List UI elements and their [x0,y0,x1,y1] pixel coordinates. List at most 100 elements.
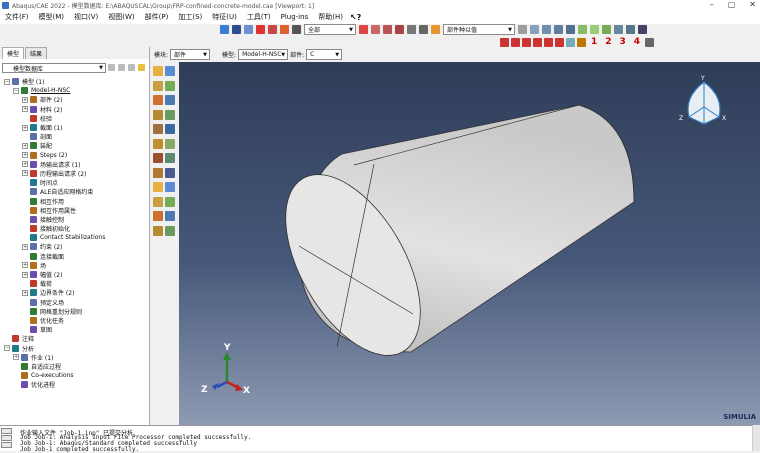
tree-node[interactable]: 相互作用属性 [0,206,148,215]
tree-node[interactable]: 接触初始化 [0,224,148,233]
tree-collapse-icon[interactable] [108,64,115,71]
toolbox-tool-icon[interactable] [153,124,163,134]
tree-node[interactable]: 优化进程 [0,380,148,389]
tree-expand-icon[interactable]: + [22,289,28,296]
toolbox-tool-icon[interactable] [153,95,163,105]
select-circle-icon[interactable] [383,24,392,34]
select-drag-icon[interactable] [359,24,368,34]
toolbox-tool-icon[interactable] [153,109,163,120]
tab-results[interactable]: 结果 [25,47,48,59]
layout-horizontal-icon[interactable] [533,37,542,47]
tree-node[interactable]: − Model-H-NSC [0,86,148,95]
toolbox-tool-icon[interactable] [165,124,175,134]
tree-tip-icon[interactable] [138,64,145,71]
render-shaded-icon[interactable] [542,24,551,34]
menu-help[interactable]: 帮助(H) [313,12,348,22]
tree-expand-icon[interactable]: + [13,354,19,361]
tree-node[interactable]: 连接截面 [0,252,148,261]
layout-tile-icon[interactable] [500,37,509,47]
tree-node[interactable]: 网格重划分规则 [0,307,148,316]
viewport-4-button[interactable]: 4 [634,37,640,47]
graphics-viewport[interactable]: Y Z X Y Z X SIMULIA [179,62,760,425]
cycle-views-icon[interactable] [280,24,289,34]
viewport-2-button[interactable]: 2 [605,37,611,47]
context-help-icon[interactable]: ↖? [350,13,361,22]
tree-node[interactable]: + 场 [0,261,148,270]
menu-shape[interactable]: 加工(S) [173,12,207,22]
tree-filter-icon[interactable] [118,64,125,71]
tab-model[interactable]: 模型 [2,47,25,59]
close-icon[interactable]: ✕ [749,0,756,9]
toolbox-tool-icon[interactable] [165,109,175,120]
tree-expand-icon[interactable]: − [4,78,10,85]
tree-node[interactable]: + 幅值 (2) [0,270,148,279]
view-front-icon[interactable] [590,24,599,34]
tree-expand-icon[interactable]: − [4,345,10,352]
tree-expand-icon[interactable]: + [22,124,28,131]
layout-vertical-icon[interactable] [522,37,531,47]
toolbox-tool-icon[interactable] [165,196,175,207]
color-code-combo[interactable]: 部件种以值 ▼ [443,23,515,35]
toolbox-tool-icon[interactable] [165,167,175,178]
toolbox-tool-icon[interactable] [153,182,163,192]
tree-node[interactable]: + 部件 (2) [0,95,148,104]
menu-feature[interactable]: 特征(U) [207,12,242,22]
layout-cascade-icon[interactable] [511,37,520,47]
toolbox-tool-icon[interactable] [165,153,175,163]
toolbox-tool-icon[interactable] [153,66,163,76]
render-hidden-icon[interactable] [530,24,539,34]
toolbox-tool-icon[interactable] [153,211,163,221]
menu-tools[interactable]: 工具(T) [242,12,276,22]
deselect-icon[interactable] [419,24,428,34]
select-arrow-icon[interactable] [292,24,301,34]
tree-expand-icon[interactable]: + [22,142,28,149]
tree-node[interactable]: + 历程输出请求 (2) [0,169,148,178]
toolbox-tool-icon[interactable] [165,138,175,149]
viewport-menu-icon[interactable] [645,37,655,47]
maximize-icon[interactable]: ▢ [728,0,736,9]
python-tab-icon[interactable] [1,442,12,448]
tree-node[interactable]: + 约束 (2) [0,242,148,251]
menu-file[interactable]: 文件(F) [0,12,34,22]
message-tab-icon[interactable] [1,428,12,434]
toolbox-tool-icon[interactable] [153,138,163,149]
model-combo[interactable]: Model-H-NSC ▼ [238,48,289,60]
tree-node[interactable]: 载荷 [0,279,148,288]
kernel-tab-icon[interactable] [1,435,12,441]
toolbox-tool-icon[interactable] [153,153,163,163]
tree-node[interactable]: + 截面 (1) [0,123,148,132]
toolbox-tool-icon[interactable] [165,182,175,192]
viewport-link-icon[interactable] [566,37,575,47]
tree-node[interactable]: + 作业 (1) [0,353,148,362]
menu-plugins[interactable]: Plug-ins [276,13,314,21]
toolbox-tool-icon[interactable] [165,80,175,91]
view-cube[interactable]: Y Z X [679,75,726,125]
pan-icon[interactable] [220,24,229,34]
tree-node[interactable]: 时间点 [0,178,148,187]
tree-node[interactable]: − 模型 (1) [0,77,148,86]
toolbox-tool-icon[interactable] [165,211,175,221]
tree-node[interactable]: 校验 [0,114,148,123]
tree-node[interactable]: 接触控制 [0,215,148,224]
select-options-icon[interactable] [407,24,416,34]
tree-expand-icon[interactable]: − [13,87,19,94]
selection-filter-combo[interactable]: 全部 ▼ [304,23,356,35]
tree-expand-icon[interactable]: + [22,243,28,250]
module-combo[interactable]: 部件 ▼ [170,48,211,60]
auto-fit-icon[interactable] [268,24,277,34]
viewport-3-button[interactable]: 3 [620,37,626,47]
view-iso-icon[interactable] [578,24,587,34]
select-polygon-icon[interactable] [395,24,404,34]
tree-node[interactable]: 草图 [0,325,148,334]
tree-node[interactable]: ALE自适应网格约束 [0,187,148,196]
layout-2x2-icon[interactable] [544,37,553,47]
toolbox-tool-icon[interactable] [153,196,163,207]
tree-source-combo[interactable]: 模型数据库 ▼ [2,63,106,73]
zoom-icon[interactable] [244,24,253,34]
toolbox-tool-icon[interactable] [153,80,163,91]
tree-expand-icon[interactable]: + [22,262,28,269]
tree-node[interactable]: 优化任务 [0,316,148,325]
toolbox-tool-icon[interactable] [165,95,175,105]
part-combo[interactable]: C ▼ [306,48,343,60]
tree-node[interactable]: 自适应过程 [0,362,148,371]
